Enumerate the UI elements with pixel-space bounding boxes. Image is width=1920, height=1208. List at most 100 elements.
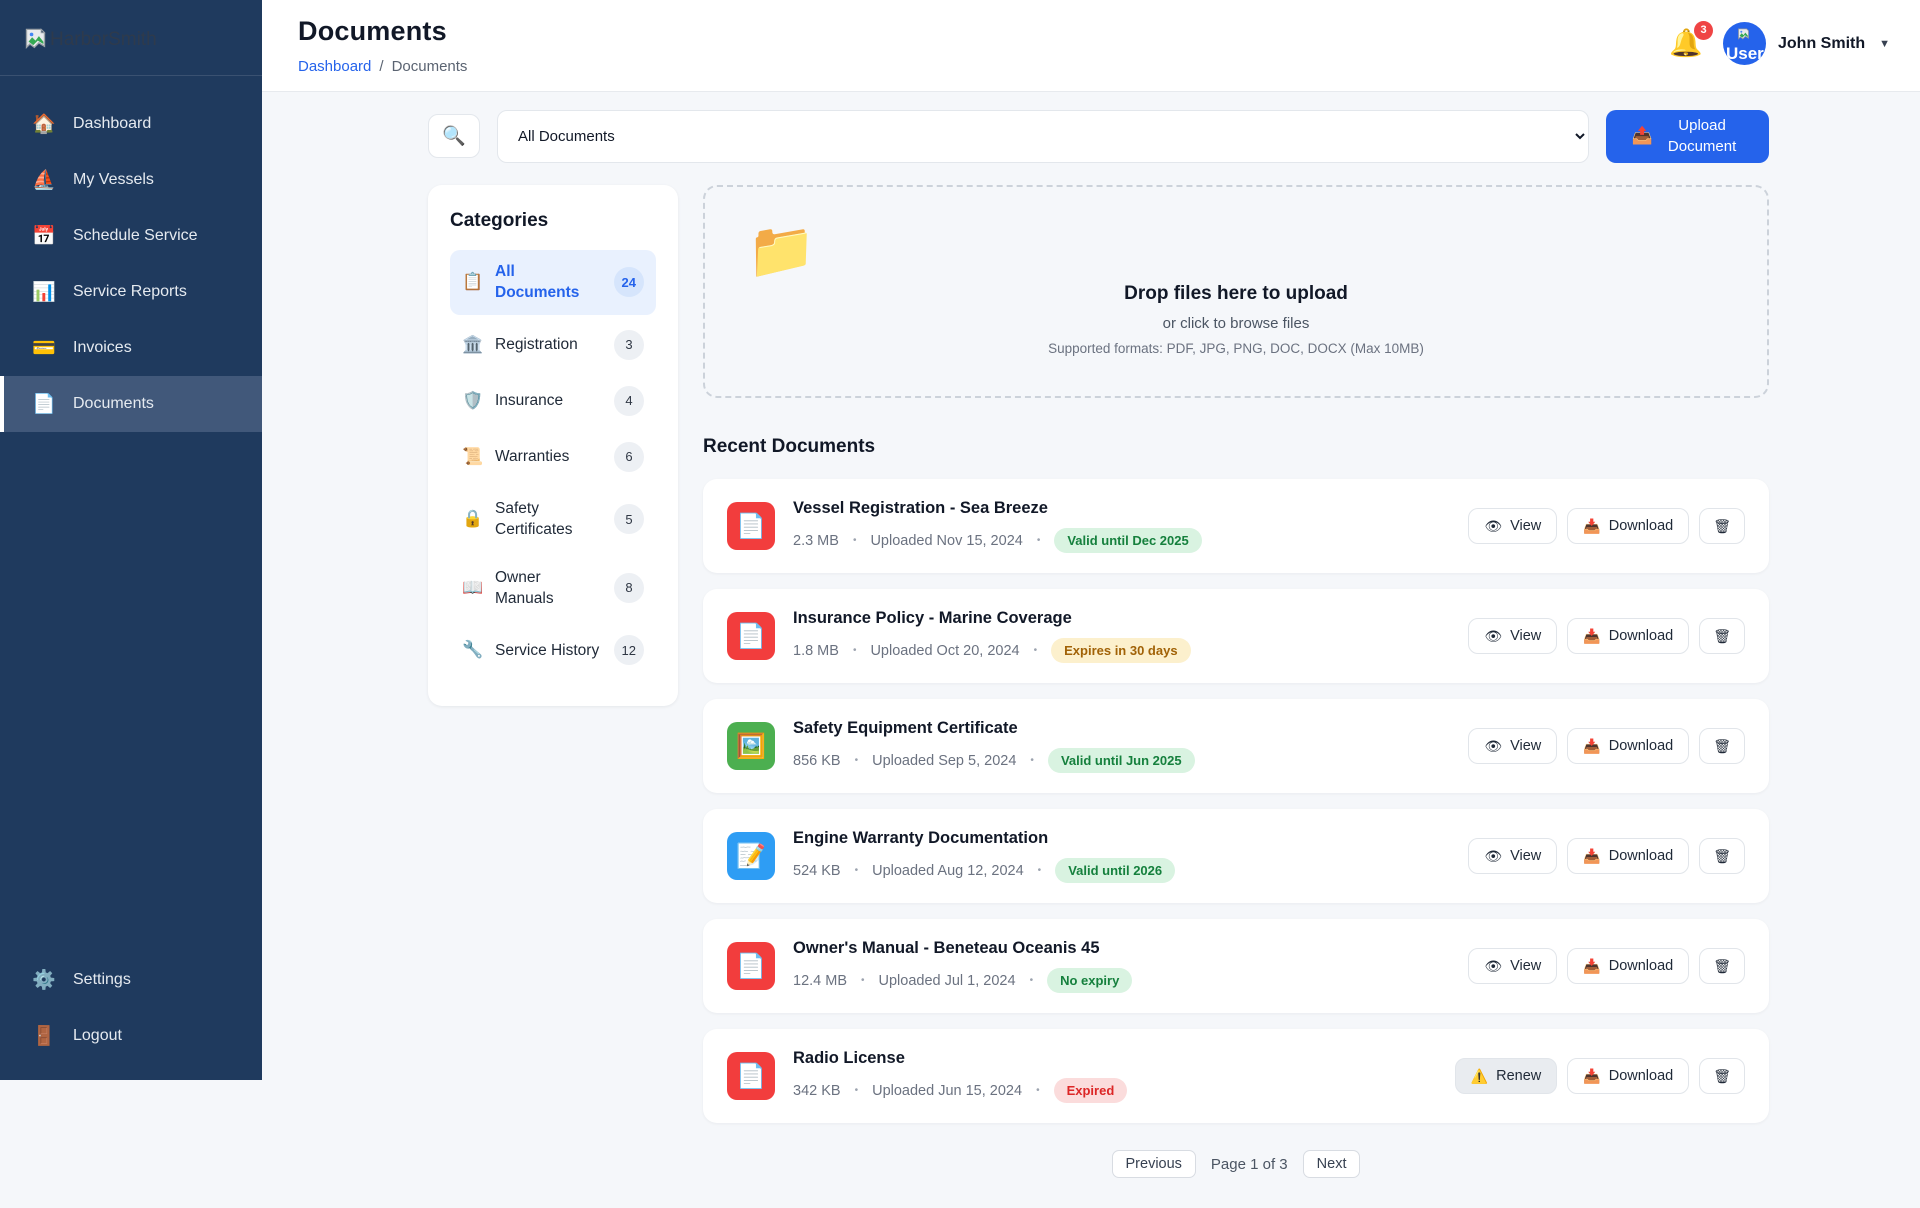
document-actions: 👁 View 📥 Download 🗑: [1468, 618, 1745, 654]
nav-item-icon: 🏠: [32, 112, 56, 136]
document-row: 📝 Engine Warranty Documentation 524 KB •…: [703, 809, 1769, 903]
document-info: Vessel Registration - Sea Breeze 2.3 MB …: [793, 499, 1468, 553]
upload-document-button[interactable]: 📤 Upload Document: [1606, 110, 1769, 163]
download-icon: 📥: [1583, 519, 1600, 533]
download-button[interactable]: 📥 Download: [1567, 838, 1689, 874]
trash-icon: 🗑: [1713, 1069, 1731, 1083]
delete-button[interactable]: 🗑: [1699, 838, 1745, 874]
status-badge: No expiry: [1047, 968, 1132, 993]
download-button[interactable]: 📥 Download: [1567, 728, 1689, 764]
category-count-badge: 8: [614, 573, 644, 603]
sidebar-nav-item[interactable]: 🏠 Dashboard: [0, 96, 262, 152]
category-item[interactable]: 📋 All Documents 24: [450, 250, 656, 315]
document-size: 342 KB: [793, 1083, 841, 1099]
sidebar-nav-item[interactable]: ⛵ My Vessels: [0, 152, 262, 208]
file-type-icon: 📝: [727, 832, 775, 880]
category-icon: 🏛️: [462, 335, 482, 355]
download-icon: 📥: [1583, 739, 1600, 753]
delete-button[interactable]: 🗑: [1699, 1058, 1745, 1094]
sidebar-footer-item[interactable]: 🚪 Logout: [0, 1008, 262, 1064]
view-button[interactable]: 👁 View: [1468, 618, 1557, 654]
view-button[interactable]: 👁 View: [1468, 838, 1557, 874]
user-name: John Smith: [1778, 35, 1865, 53]
view-button[interactable]: 👁 View: [1468, 728, 1557, 764]
view-button-label: View: [1510, 958, 1541, 974]
sidebar-nav-item[interactable]: 📄 Documents: [0, 376, 262, 432]
category-item[interactable]: 🔒 Safety Certificates 5: [450, 487, 656, 552]
recent-documents-list: 📄 Vessel Registration - Sea Breeze 2.3 M…: [703, 479, 1769, 1123]
trash-icon: 🗑: [1713, 519, 1731, 533]
download-button[interactable]: 📥 Download: [1567, 508, 1689, 544]
content: 🔍 All Documents 📤 Upload Document Catego…: [262, 92, 1920, 1208]
category-icon: 🔒: [462, 509, 482, 529]
document-info: Safety Equipment Certificate 856 KB • Up…: [793, 719, 1468, 773]
delete-button[interactable]: 🗑: [1699, 728, 1745, 764]
document-actions: 👁 View 📥 Download 🗑: [1468, 728, 1745, 764]
document-name: Vessel Registration - Sea Breeze: [793, 499, 1468, 518]
dropzone-subtitle: or click to browse files: [705, 315, 1767, 332]
renew-button[interactable]: ⚠️ Renew: [1455, 1058, 1558, 1094]
download-button[interactable]: 📥 Download: [1567, 618, 1689, 654]
category-item[interactable]: 📖 Owner Manuals 8: [450, 556, 656, 621]
delete-button[interactable]: 🗑: [1699, 618, 1745, 654]
view-button[interactable]: 👁 View: [1468, 508, 1557, 544]
category-item[interactable]: 🛡️ Insurance 4: [450, 375, 656, 427]
download-button[interactable]: 📥 Download: [1567, 948, 1689, 984]
breadcrumb-dashboard-link[interactable]: Dashboard: [298, 58, 371, 75]
file-dropzone[interactable]: 📁 Drop files here to upload or click to …: [703, 185, 1769, 398]
file-type-icon: 📄: [727, 612, 775, 660]
view-button[interactable]: 👁 View: [1468, 948, 1557, 984]
category-item[interactable]: 🏛️ Registration 3: [450, 319, 656, 371]
document-meta: 524 KB • Uploaded Aug 12, 2024 • Valid u…: [793, 858, 1468, 883]
renew-button-label: Renew: [1496, 1068, 1541, 1084]
next-page-button[interactable]: Next: [1303, 1150, 1361, 1178]
document-size: 1.8 MB: [793, 643, 839, 659]
document-name: Engine Warranty Documentation: [793, 829, 1468, 848]
category-item[interactable]: 📜 Warranties 6: [450, 431, 656, 483]
document-uploaded-date: Uploaded Aug 12, 2024: [872, 863, 1024, 879]
sidebar-nav-item[interactable]: 💳 Invoices: [0, 320, 262, 376]
notification-count-badge: 3: [1694, 21, 1713, 40]
document-name: Safety Equipment Certificate: [793, 719, 1468, 738]
document-info: Engine Warranty Documentation 524 KB • U…: [793, 829, 1468, 883]
document-row: 📄 Vessel Registration - Sea Breeze 2.3 M…: [703, 479, 1769, 573]
download-button-label: Download: [1609, 958, 1674, 974]
nav-item-icon: ⛵: [32, 168, 56, 192]
download-button[interactable]: 📥 Download: [1567, 1058, 1689, 1094]
sidebar-nav-item[interactable]: 📊 Service Reports: [0, 264, 262, 320]
avatar: User: [1723, 22, 1766, 65]
user-menu[interactable]: User John Smith ▼: [1723, 22, 1890, 65]
folder-icon: 📁: [747, 223, 815, 278]
previous-page-button[interactable]: Previous: [1112, 1150, 1196, 1178]
main-area: Documents Dashboard / Documents 🔔 3: [262, 0, 1920, 1208]
download-icon: 📥: [1583, 629, 1600, 643]
nav-item-icon: 🚪: [32, 1024, 56, 1048]
brand-logo: HarborSmith: [0, 0, 262, 76]
document-filter-select[interactable]: All Documents: [497, 110, 1589, 163]
nav-item-icon: 📄: [32, 392, 56, 416]
file-type-icon: 📄: [727, 502, 775, 550]
sidebar-nav-item[interactable]: 📅 Schedule Service: [0, 208, 262, 264]
document-meta: 12.4 MB • Uploaded Jul 1, 2024 • No expi…: [793, 968, 1468, 993]
category-label: Registration: [495, 334, 578, 355]
sidebar-footer-item[interactable]: ⚙️ Settings: [0, 952, 262, 1008]
delete-button[interactable]: 🗑: [1699, 948, 1745, 984]
download-icon: 📥: [1583, 959, 1600, 973]
search-button[interactable]: 🔍: [428, 114, 480, 158]
delete-button[interactable]: 🗑: [1699, 508, 1745, 544]
header-right: 🔔 3 User John Smith ▼: [1669, 22, 1890, 65]
notifications-button[interactable]: 🔔 3: [1669, 30, 1703, 57]
view-button-label: View: [1510, 738, 1541, 754]
categories-list: 📋 All Documents 24 🏛️ Registration 3 🛡️ …: [450, 250, 656, 676]
category-icon: 📖: [462, 578, 482, 598]
breadcrumb-current: Documents: [392, 58, 468, 75]
category-label: Insurance: [495, 390, 563, 411]
download-button-label: Download: [1609, 518, 1674, 534]
view-button-label: View: [1510, 848, 1541, 864]
meta-separator: •: [1037, 535, 1041, 546]
document-actions: 👁 View 📥 Download 🗑: [1468, 838, 1745, 874]
meta-separator: •: [1034, 645, 1038, 656]
category-item[interactable]: 🔧 Service History 12: [450, 624, 656, 676]
document-size: 524 KB: [793, 863, 841, 879]
meta-separator: •: [855, 1085, 859, 1096]
